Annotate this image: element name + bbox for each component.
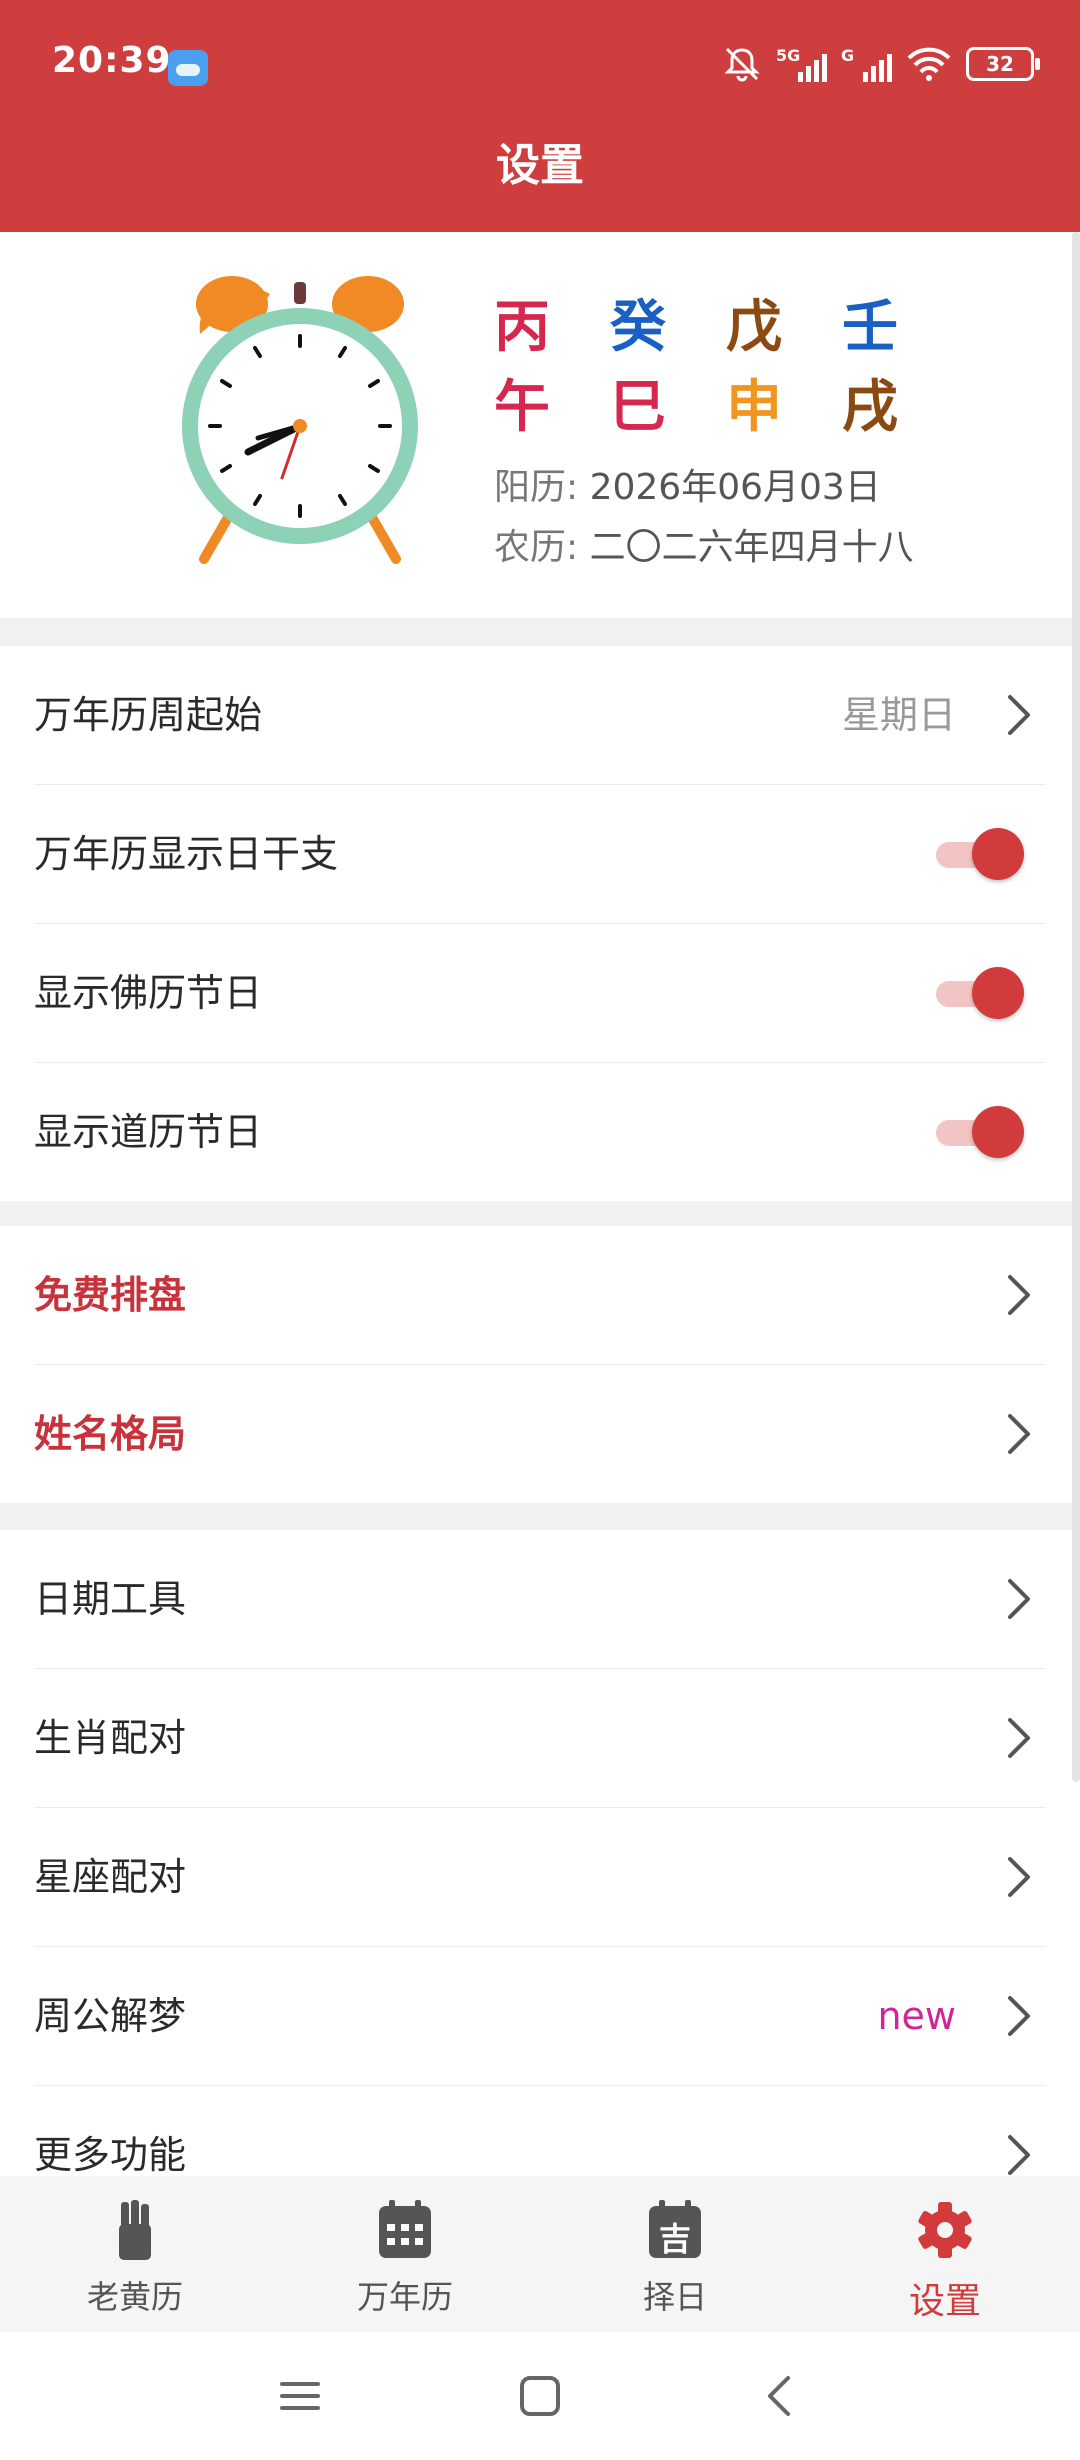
featured-group: 免费排盘 姓名格局 [0,1226,1080,1503]
constellation-match-row[interactable]: 星座配对 [34,1808,1046,1947]
show-day-ganzhi-label: 万年历显示日干支 [34,832,339,876]
lunar-date: 农历: 二〇二六年四月十八 [494,518,914,570]
signal-g-icon: G [841,46,892,82]
week-start-label: 万年历周起始 [34,693,263,737]
chevron-right-icon [1008,1718,1030,1758]
show-taoist-label: 显示道历节日 [34,1110,263,1154]
alarm-clock-icon [182,276,418,564]
show-taoist-toggle[interactable] [936,1106,1024,1158]
zodiac-match-label: 生肖配对 [34,1716,187,1760]
ganzhi-char: 壬 [842,294,898,360]
tab-almanac[interactable]: 老黄历 [0,2176,270,2332]
show-taoist-row: 显示道历节日 [34,1063,1046,1201]
ganzhi-top-row: 丙 癸 戊 壬 [494,292,958,362]
ganzhi-char: 癸 [610,294,666,360]
system-nav-bar [0,2332,1080,2460]
chevron-right-icon [1008,1996,1030,2036]
tab-label: 设置 [908,2281,981,2322]
dream-row[interactable]: 周公解梦 new [34,1947,1046,2086]
show-day-ganzhi-row: 万年历显示日干支 [34,785,1046,924]
status-bar: 20:39 5G G 32 [0,0,1080,136]
date-card: 丙 癸 戊 壬 午 巳 申 戌 阳历: 2026年06月03日 农历: 二〇二六… [0,232,1080,618]
ganzhi-char: 午 [494,374,550,440]
free-chart-label: 免费排盘 [34,1273,187,1317]
tab-label: 择日 [642,2278,707,2316]
ganzhi-char: 戌 [842,374,898,440]
menu-icon[interactable] [278,2374,322,2418]
show-buddhist-label: 显示佛历节日 [34,971,263,1015]
chevron-right-icon [1008,695,1030,735]
week-start-row[interactable]: 万年历周起始 星期日 [34,646,1046,785]
free-chart-row[interactable]: 免费排盘 [34,1226,1046,1365]
battery-icon: 32 [966,47,1040,81]
mute-bell-icon [724,47,760,82]
name-pattern-label: 姓名格局 [34,1412,187,1456]
status-icons: 5G G 32 [722,44,1040,84]
lunar-date-label: 农历: [494,527,579,568]
chevron-right-icon [1008,1414,1030,1454]
name-pattern-row[interactable]: 姓名格局 [34,1365,1046,1503]
chevron-right-icon [1008,1857,1030,1897]
date-tools-row[interactable]: 日期工具 [34,1530,1046,1669]
constellation-match-label: 星座配对 [34,1855,187,1899]
wifi-icon [907,47,951,81]
show-buddhist-toggle[interactable] [936,967,1024,1019]
page-title: 设置 [496,140,584,191]
bottom-nav: 老黄历 万年历 吉 择日 设置 [0,2176,1080,2332]
ganzhi-char: 申 [726,374,782,440]
zodiac-match-row[interactable]: 生肖配对 [34,1669,1046,1808]
back-icon[interactable] [758,2374,802,2418]
tab-label: 万年历 [356,2278,453,2316]
ganzhi-char: 戊 [726,294,782,360]
tab-perpetual-calendar[interactable]: 万年历 [270,2176,540,2332]
chevron-right-icon [1008,2135,1030,2175]
calendar-icon [379,2200,431,2258]
tab-settings[interactable]: 设置 [810,2176,1080,2332]
solar-date: 阳历: 2026年06月03日 [494,458,881,510]
week-start-value: 星期日 [841,693,956,737]
tools-group: 日期工具 生肖配对 星座配对 周公解梦 new 更多功能 [0,1530,1080,2224]
chevron-right-icon [1008,1579,1030,1619]
solar-date-label: 阳历: [494,467,579,508]
status-time: 20:39 [52,40,172,81]
auspicious-calendar-icon: 吉 [649,2200,701,2258]
new-badge: new [877,1994,956,2038]
chevron-right-icon [1008,1275,1030,1315]
home-icon[interactable] [518,2374,562,2418]
ji-char: 吉 [659,2220,691,2258]
weather-icon [168,50,208,86]
show-buddhist-row: 显示佛历节日 [34,924,1046,1063]
scrollbar[interactable] [1072,232,1080,1782]
signal-5g-icon: 5G [776,46,827,82]
brush-holder-icon [119,2200,151,2260]
lunar-date-value: 二〇二六年四月十八 [589,527,914,568]
ganzhi-char: 巳 [610,374,666,440]
ganzhi-bottom-row: 午 巳 申 戌 [494,372,958,442]
dream-label: 周公解梦 [34,1994,187,2038]
date-tools-label: 日期工具 [34,1577,187,1621]
solar-date-value: 2026年06月03日 [589,467,881,508]
ganzhi-char: 丙 [494,294,550,360]
show-day-ganzhi-toggle[interactable] [936,828,1024,880]
tab-date-select[interactable]: 吉 择日 [540,2176,810,2332]
gear-icon [918,2202,972,2258]
calendar-settings-group: 万年历周起始 星期日 万年历显示日干支 显示佛历节日 显示道历节日 [0,646,1080,1201]
app-header: 20:39 5G G 32 设置 [0,0,1080,232]
tab-label: 老黄历 [86,2278,183,2316]
